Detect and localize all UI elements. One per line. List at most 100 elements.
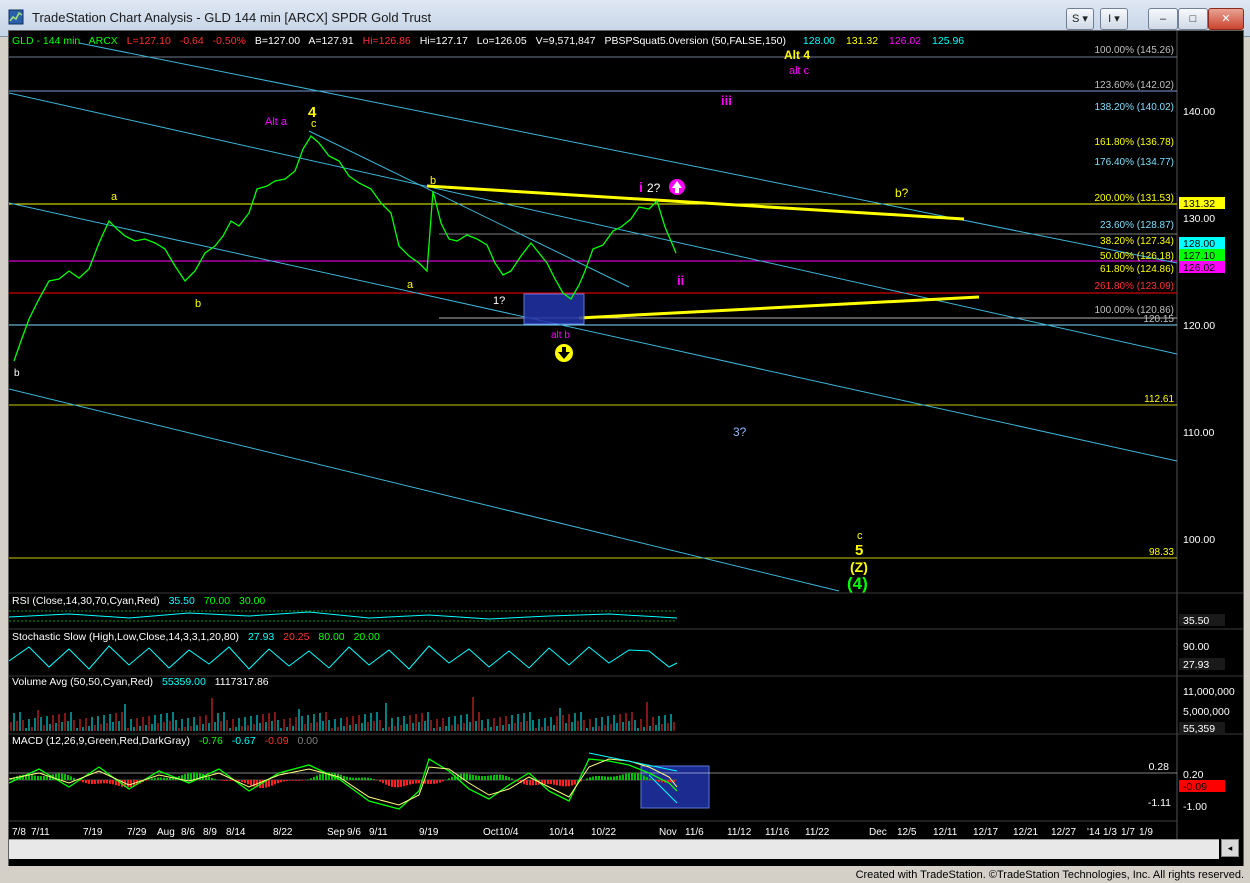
volume-axis-tick: 5,000,000 [1183, 706, 1230, 718]
date-tick: 1/9 [1139, 827, 1153, 838]
stoch-axis-tick: 90.00 [1183, 641, 1209, 653]
price-box-126: 126.02 [1183, 262, 1215, 274]
macd-line [9, 758, 678, 810]
date-tick: Dec [869, 827, 887, 838]
wave-a-left: a [111, 191, 118, 203]
wave-b-low: b [14, 368, 20, 379]
lower-triangle-line [578, 295, 980, 320]
wave-alt4: Alt 4 [784, 48, 810, 62]
wave-b-left: b [195, 298, 201, 310]
date-tick: Sep [327, 827, 345, 838]
wave-3q: 3? [733, 425, 747, 439]
fib-label: 23.60% (128.87) [1100, 220, 1174, 231]
status-bar: Created with TradeStation. ©TradeStation… [0, 866, 1250, 883]
rsi-v2: 70.00 [204, 595, 230, 607]
scroll-left-button[interactable]: ◂ [1221, 839, 1239, 857]
date-tick: 8/6 [181, 827, 195, 838]
channel-line [9, 92, 1178, 355]
hdr-high: Hi=126.86 [363, 35, 411, 47]
volume-v2: 1117317.86 [215, 676, 269, 688]
volume-label: Volume Avg (50,50,Cyan,Red) [12, 676, 153, 688]
hdr-close: Hi=127.17 [420, 35, 468, 47]
date-tick: 9/11 [369, 827, 388, 838]
fib-label: 50.00% (126.18) [1100, 251, 1174, 262]
date-tick: 8/22 [273, 827, 293, 838]
hdr-indicator: PBSPSquat5.0version (50,FALSE,150) [604, 35, 786, 47]
macd-axis-tick: 0.28 [1149, 761, 1170, 773]
date-tick: 11/22 [805, 827, 830, 838]
volume-axis-tick: 11,000,000 [1183, 686, 1235, 698]
fib-label: 161.80% (136.78) [1094, 137, 1174, 148]
fib-label: 61.80% (124.86) [1100, 264, 1174, 275]
header-line: GLD - 144 min ARCX L=127.10 -0.64 -0.50%… [12, 35, 964, 47]
rsi-v1: 35.50 [169, 595, 195, 607]
fib-label: 38.20% (127.34) [1100, 236, 1174, 247]
wave-alt-b: alt b [551, 330, 570, 341]
stoch-axis-tick: 27.93 [1183, 659, 1209, 671]
stoch-v2: 20.25 [283, 631, 309, 643]
i-dropdown-button[interactable]: I ▾ [1100, 8, 1128, 30]
volume-axis-tick: 55,359 [1183, 723, 1215, 735]
wave-bq: b? [895, 186, 909, 200]
chart-svg[interactable]: GLD - 144 min ARCX L=127.10 -0.64 -0.50%… [9, 31, 1243, 839]
wave-iii: iii [721, 93, 732, 108]
date-tick: 9/6 [347, 827, 361, 838]
s-dropdown-button[interactable]: S ▾ [1066, 8, 1094, 30]
price-tick: 110.00 [1183, 427, 1214, 439]
macd-v2: -0.67 [232, 735, 256, 747]
rsi-line [9, 611, 678, 620]
volume-label-line: Volume Avg (50,50,Cyan,Red) 55359.00 111… [12, 676, 269, 688]
tradestation-app-icon [8, 9, 24, 25]
price-axis: 140.00 130.00 120.00 110.00 100.00 [1183, 106, 1215, 546]
volume-v1: 55359.00 [162, 676, 206, 688]
date-tick: 10/14 [549, 827, 574, 838]
wave-5: 5 [855, 542, 863, 559]
minimize-button[interactable]: – [1148, 8, 1178, 30]
target-box [523, 293, 585, 325]
date-tick: 12/17 [973, 827, 998, 838]
macd-label: MACD (12,26,9,Green,Red,DarkGray) [12, 735, 190, 747]
macd-axis-tick: 0.20 [1183, 769, 1204, 781]
channel-line [308, 130, 630, 288]
fib-label: 200.00% (131.53) [1094, 193, 1174, 204]
hdr-symbol: GLD - 144 min [12, 35, 80, 47]
hdr-volume: V=9,571,847 [536, 35, 596, 47]
wave-4-bot: (4) [847, 574, 868, 593]
wave-1q: 1? [493, 295, 505, 307]
date-tick: Oct [483, 827, 499, 838]
wave-c-top: c [311, 118, 317, 130]
rsi-label: RSI (Close,14,30,70,Cyan,Red) [12, 595, 160, 607]
date-tick: 12/11 [933, 827, 958, 838]
macd-label-line: MACD (12,26,9,Green,Red,DarkGray) -0.76 … [12, 735, 318, 747]
date-tick: 12/5 [897, 827, 917, 838]
macd-v1: -0.76 [199, 735, 223, 747]
rsi-v3: 30.00 [239, 595, 265, 607]
hdr-ind-val-2: 131.32 [846, 35, 878, 47]
chart-area[interactable]: GLD - 144 min ARCX L=127.10 -0.64 -0.50%… [8, 30, 1244, 868]
date-tick: 8/14 [226, 827, 246, 838]
wave-b-top: b [430, 175, 436, 187]
stoch-v1: 27.93 [248, 631, 274, 643]
hdr-ask: A=127.91 [308, 35, 353, 47]
wave-ii: ii [677, 273, 684, 288]
maximize-button[interactable]: □ [1178, 8, 1208, 30]
stoch-v4: 20.00 [354, 631, 380, 643]
price-boxes: 131.32 128.00 127.10 126.02 [1179, 197, 1225, 274]
hdr-low: Lo=126.05 [477, 35, 527, 47]
price-box-127: 127.10 [1183, 250, 1215, 262]
date-tick: 12/27 [1051, 827, 1076, 838]
horizontal-scrollbar[interactable] [9, 839, 1219, 859]
date-tick: 11/16 [765, 827, 790, 838]
close-button[interactable]: ✕ [1208, 8, 1244, 30]
date-tick: 1/7 [1121, 827, 1135, 838]
hdr-exchange: ARCX [89, 35, 118, 47]
fib-label: 123.60% (142.02) [1094, 80, 1174, 91]
wave-altc: alt c [789, 65, 810, 77]
date-tick: 7/8 [12, 827, 26, 838]
wave-labels: Alt 4 alt c iii 4 Alt a c b i 2? b? a b … [14, 48, 909, 593]
date-tick: Aug [157, 827, 175, 838]
wave-a-mid: a [407, 279, 414, 291]
hdr-pct: -0.50% [213, 35, 246, 47]
fib-label: 112.61 [1144, 394, 1174, 405]
date-tick: 11/12 [727, 827, 752, 838]
